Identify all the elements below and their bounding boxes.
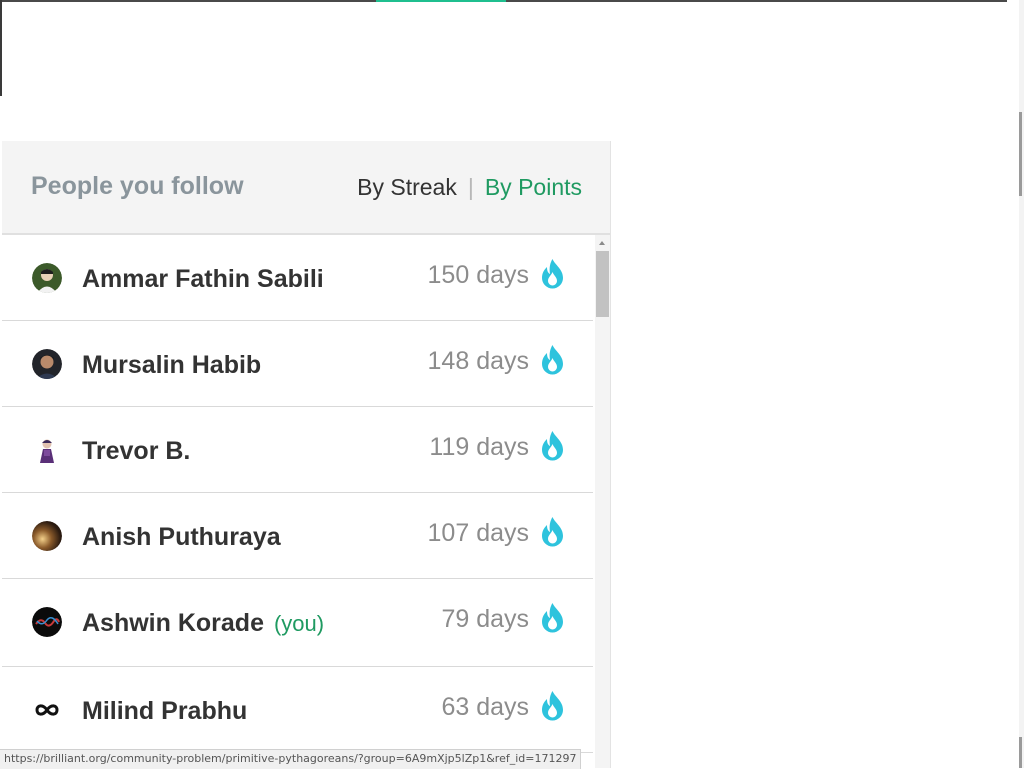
window-top-edge: [0, 0, 1007, 2]
streak-days: 79 days: [441, 605, 529, 633]
page-scrollbar-thumb[interactable]: [1019, 112, 1022, 196]
page-scrollbar-thumb-lower[interactable]: [1019, 737, 1022, 768]
streak-days: 150 days: [427, 261, 529, 289]
page-scrollbar[interactable]: [1019, 0, 1024, 768]
flame-icon: [542, 431, 563, 461]
list-item[interactable]: Mursalin Habib 148 days: [2, 321, 593, 407]
person-name[interactable]: Ashwin Korade (you): [82, 609, 324, 638]
panel-title: People you follow: [31, 172, 244, 200]
active-tab-indicator: [376, 0, 506, 2]
you-tag: (you): [273, 611, 325, 636]
sort-links: By Streak | By Points: [357, 174, 582, 201]
person-name[interactable]: Ammar Fathin Sabili: [82, 265, 324, 294]
flame-icon: [542, 517, 563, 547]
status-bar-url: https://brilliant.org/community-problem/…: [0, 749, 582, 769]
sort-separator: |: [467, 174, 474, 200]
person-name-text[interactable]: Ashwin Korade: [82, 609, 264, 637]
flame-icon: [542, 259, 563, 289]
avatar[interactable]: [32, 263, 62, 293]
person-name[interactable]: Mursalin Habib: [82, 351, 261, 380]
flame-icon: [542, 603, 563, 633]
streak-days: 148 days: [427, 347, 529, 375]
flame-icon: [542, 345, 563, 375]
avatar[interactable]: [32, 349, 62, 379]
streak-days: 63 days: [441, 693, 529, 721]
avatar[interactable]: [32, 695, 62, 725]
person-name[interactable]: Anish Puthuraya: [82, 523, 281, 552]
avatar[interactable]: [32, 607, 62, 637]
flame-icon: [542, 691, 563, 721]
list-item[interactable]: Ammar Fathin Sabili 150 days: [2, 235, 593, 321]
list-item[interactable]: Ashwin Korade (you) 79 days: [2, 579, 593, 667]
following-list: Ammar Fathin Sabili 150 days Mursalin Ha…: [2, 235, 593, 768]
list-item[interactable]: Milind Prabhu 63 days: [2, 667, 593, 753]
panel-header: People you follow By Streak | By Points: [2, 141, 610, 235]
scroll-up-arrow-icon[interactable]: [599, 241, 605, 245]
streak-days: 107 days: [427, 519, 529, 547]
avatar[interactable]: [32, 435, 62, 465]
people-you-follow-panel: People you follow By Streak | By Points Am…: [2, 141, 611, 768]
list-scrollbar-thumb[interactable]: [596, 251, 609, 317]
person-name[interactable]: Milind Prabhu: [82, 697, 247, 726]
list-item[interactable]: Anish Puthuraya 107 days: [2, 493, 593, 579]
list-scrollbar[interactable]: [595, 235, 610, 768]
sort-by-streak-link[interactable]: By Streak: [357, 174, 457, 200]
person-name[interactable]: Trevor B.: [82, 437, 190, 466]
left-edge-line: [0, 0, 2, 96]
streak-days: 119 days: [429, 433, 529, 461]
sort-by-points-link[interactable]: By Points: [485, 174, 582, 200]
list-item[interactable]: Trevor B. 119 days: [2, 407, 593, 493]
avatar[interactable]: [32, 521, 62, 551]
